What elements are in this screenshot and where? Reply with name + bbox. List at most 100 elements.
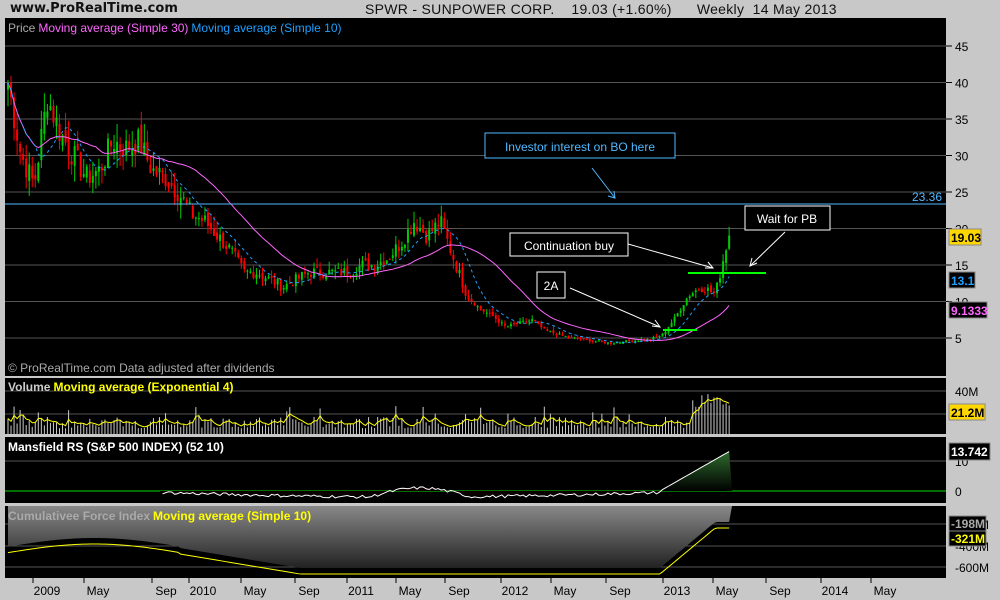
candle-body <box>294 274 297 287</box>
candle-body <box>279 278 282 291</box>
candle-body <box>431 228 434 232</box>
candle-body <box>709 285 712 293</box>
candle-body <box>49 105 52 110</box>
candle-body <box>576 337 579 339</box>
candle-body <box>82 173 85 177</box>
candle-body <box>506 326 509 328</box>
candle-body <box>606 342 609 344</box>
candle-body <box>388 258 391 260</box>
candle-body <box>585 339 588 341</box>
candle-body <box>419 228 422 232</box>
candle-body <box>140 124 143 154</box>
candle-body <box>700 288 703 293</box>
candle-body <box>509 324 512 327</box>
candle-body <box>270 275 273 278</box>
candle-body <box>397 247 400 252</box>
candle-body <box>76 143 79 151</box>
candle-body <box>522 320 525 322</box>
candle-body <box>52 106 55 123</box>
candle-body <box>655 336 658 338</box>
mansfield-tick-label: 0 <box>955 485 962 499</box>
candle-body <box>85 166 88 178</box>
x-axis-label: May <box>244 584 267 598</box>
candle-body <box>322 275 325 279</box>
candle-body <box>285 283 288 290</box>
price-tick-label: 30 <box>955 150 969 164</box>
annotation-investor: Investor interest on BO here <box>484 132 676 159</box>
volume-legend: Volume Moving average (Exponential 4) <box>8 380 234 394</box>
candle-body <box>591 340 594 342</box>
candle-body <box>552 330 555 334</box>
cfi-legend: Cumulativee Force Index Moving average (S… <box>8 509 311 523</box>
candle-body <box>706 287 709 292</box>
candle-body <box>579 338 582 340</box>
candle-body <box>125 140 128 156</box>
candle-body <box>22 154 25 160</box>
candle-body <box>334 270 337 272</box>
resistance-label: 23.36 <box>912 190 942 204</box>
candle-body <box>594 341 597 343</box>
x-axis-label: 2013 <box>664 584 691 598</box>
candle-body <box>64 129 67 143</box>
candle-body <box>461 267 464 288</box>
annotation-2a: 2A <box>536 271 566 299</box>
candle-body <box>240 257 243 264</box>
candle-body <box>637 340 640 342</box>
candle-body <box>346 266 349 277</box>
candle-body <box>67 136 70 157</box>
svg-text:Wait for PB: Wait for PB <box>757 212 817 226</box>
candle-body <box>213 228 216 236</box>
candle-body <box>25 158 28 178</box>
svg-text:Continuation buy: Continuation buy <box>524 239 614 253</box>
candle-body <box>437 224 440 227</box>
ma10-badge: 13.1 <box>951 274 975 288</box>
candle-body <box>103 166 106 169</box>
candle-body <box>482 309 485 312</box>
candle-body <box>328 269 331 275</box>
candle-body <box>228 244 231 248</box>
cfi-badge: -198M <box>951 517 985 531</box>
candle-body <box>394 244 397 257</box>
x-axis-label: Sep <box>298 584 320 598</box>
candle-body <box>303 271 306 274</box>
x-axis-label: Sep <box>155 584 177 598</box>
candle-body <box>288 282 291 284</box>
x-axis-label: 2011 <box>348 584 374 598</box>
candle-body <box>513 323 516 325</box>
candle-body <box>694 290 697 293</box>
candle-body <box>473 303 476 306</box>
candle-body <box>458 270 461 274</box>
candle-body <box>249 271 252 273</box>
candle-body <box>725 250 728 264</box>
candle-body <box>300 272 303 280</box>
candle-body <box>297 275 300 279</box>
ma30-badge: 9.1333 <box>951 304 988 318</box>
candle-body <box>716 282 719 294</box>
candle-body <box>119 144 122 150</box>
candle-body <box>216 232 219 240</box>
stock-chart[interactable]: 4540353025201510540M20M100-200M-400M-600… <box>0 0 1000 600</box>
candle-body <box>261 273 264 279</box>
annotation-wait: Wait for PB <box>744 205 831 231</box>
candle-body <box>19 143 22 152</box>
candle-body <box>449 240 452 253</box>
copyright: © ProRealTime.com Data adjusted after di… <box>8 361 275 375</box>
price-tick-label: 15 <box>955 259 969 273</box>
candle-body <box>467 295 470 300</box>
candle-body <box>31 166 34 179</box>
candle-body <box>434 222 437 234</box>
candle-body <box>622 342 625 344</box>
candle-body <box>137 129 140 151</box>
volume-tick-label: 40M <box>955 385 978 399</box>
candle-body <box>188 202 191 204</box>
candle-body <box>225 245 228 249</box>
candle-body <box>176 194 179 202</box>
candle-body <box>525 321 528 323</box>
candle-body <box>273 279 276 285</box>
candle-body <box>70 161 73 165</box>
candle-body <box>670 322 673 328</box>
candle-body <box>658 336 661 338</box>
candle-body <box>161 170 164 173</box>
candle-body <box>416 226 419 232</box>
candle-body <box>464 285 467 296</box>
